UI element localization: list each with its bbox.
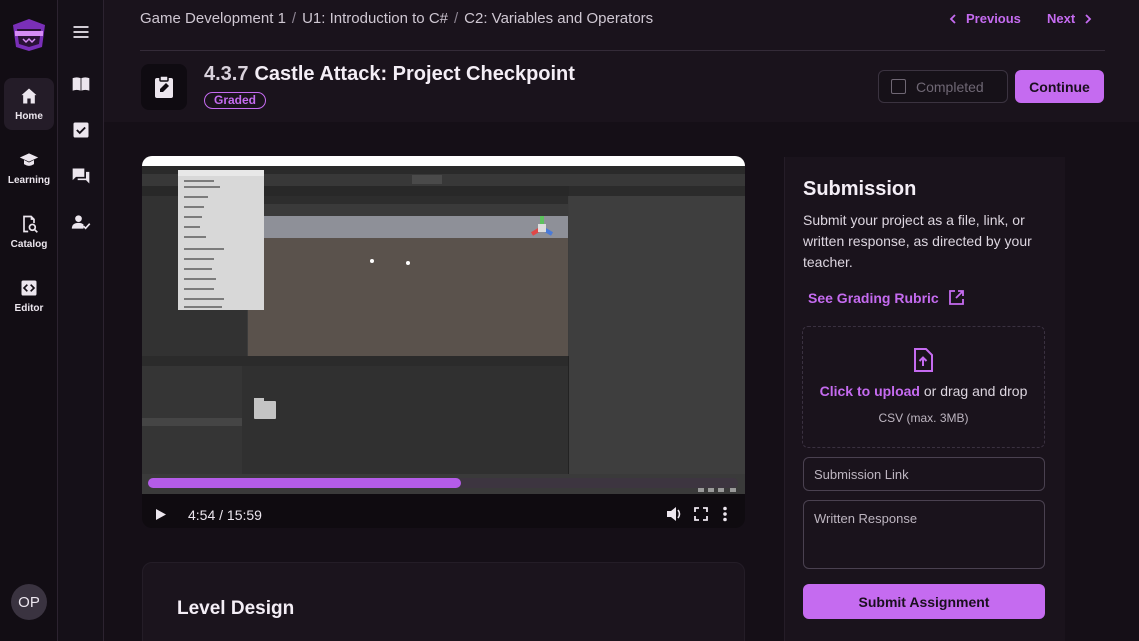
volume-icon[interactable] [666, 506, 683, 522]
sidebar-item-editor[interactable]: Editor [4, 270, 54, 322]
page-title: 4.3.7 Castle Attack: Project Checkpoint [204, 63, 575, 86]
assignment-icon [141, 64, 187, 110]
sidebar-item-label: Learning [7, 175, 51, 186]
breadcrumb: Game Development 1 / U1: Introduction to C… [140, 10, 653, 27]
chat-bubbles-icon[interactable] [71, 166, 91, 186]
graded-badge: Graded [204, 92, 267, 109]
next-label: Next [1047, 11, 1076, 26]
breadcrumb-course[interactable]: Game Development 1 [140, 10, 286, 27]
external-link-icon [948, 290, 964, 305]
submission-link-input[interactable] [803, 457, 1045, 491]
home-icon [21, 88, 37, 104]
completed-checkbox[interactable] [891, 79, 906, 94]
submit-assignment-button[interactable]: Submit Assignment [803, 584, 1045, 619]
video-frame [142, 156, 745, 494]
fullscreen-icon[interactable] [694, 507, 708, 521]
completed-label: Completed [916, 78, 984, 95]
lesson-number: 4.3.7 [204, 63, 249, 85]
chevron-left-icon [949, 13, 956, 24]
previous-label: Previous [966, 11, 1021, 26]
play-icon[interactable] [155, 508, 167, 521]
user-check-icon[interactable] [71, 212, 91, 232]
graduation-cap-icon [19, 153, 39, 166]
hamburger-menu-icon[interactable] [71, 22, 91, 42]
click-to-upload-link[interactable]: Click to upload [820, 383, 920, 399]
lesson-title: Castle Attack: Project Checkpoint [254, 63, 575, 85]
file-upload-icon [914, 348, 933, 372]
academy-logo[interactable] [9, 16, 49, 54]
checkbox-checked-icon[interactable] [71, 120, 91, 140]
sidebar-item-catalog[interactable]: Catalog [4, 206, 54, 258]
user-avatar[interactable]: OP [11, 584, 47, 620]
mark-completed-button[interactable]: Completed [878, 70, 1008, 103]
secondary-sidebar [58, 0, 104, 641]
breadcrumb-unit[interactable]: U1: Introduction to C# [302, 10, 448, 27]
continue-button[interactable]: Continue [1015, 70, 1104, 103]
video-progress-fill [148, 478, 461, 488]
grading-rubric-label: See Grading Rubric [808, 289, 939, 306]
written-response-textarea[interactable] [803, 500, 1045, 569]
breadcrumb-separator: / [454, 10, 459, 27]
video-progress-bar[interactable] [148, 478, 738, 488]
video-timestamp: 4:54 / 15:59 [188, 507, 262, 523]
upload-instructions: Click to upload or drag and drop [802, 383, 1045, 399]
sidebar-item-label: Editor [14, 303, 44, 314]
sidebar-item-label: Catalog [10, 239, 48, 250]
sidebar-item-home[interactable]: Home [4, 78, 54, 130]
header-divider [140, 50, 1105, 51]
submission-title: Submission [803, 178, 917, 200]
more-options-icon[interactable] [722, 506, 728, 522]
chevron-right-icon [1085, 13, 1092, 24]
next-button[interactable]: Next [1047, 11, 1093, 26]
previous-button[interactable]: Previous [948, 11, 1021, 26]
sidebar-item-learning[interactable]: Learning [4, 142, 54, 194]
breadcrumb-chapter[interactable]: C2: Variables and Operators [464, 10, 653, 27]
primary-sidebar: Home Learning Catalog Editor OP [0, 0, 58, 641]
grading-rubric-link[interactable]: See Grading Rubric [808, 289, 965, 306]
catalog-search-icon [23, 215, 38, 233]
code-editor-icon [21, 280, 37, 296]
upload-instructions-rest: or drag and drop [919, 383, 1028, 399]
open-book-icon[interactable] [71, 74, 91, 94]
submission-description: Submit your project as a file, link, or … [803, 212, 1032, 270]
upload-file-hint: CSV (max. 3MB) [878, 411, 969, 425]
level-design-title: Level Design [177, 598, 295, 619]
breadcrumb-separator: / [291, 10, 297, 27]
video-player[interactable] [142, 156, 745, 528]
sidebar-item-label: Home [15, 111, 43, 122]
